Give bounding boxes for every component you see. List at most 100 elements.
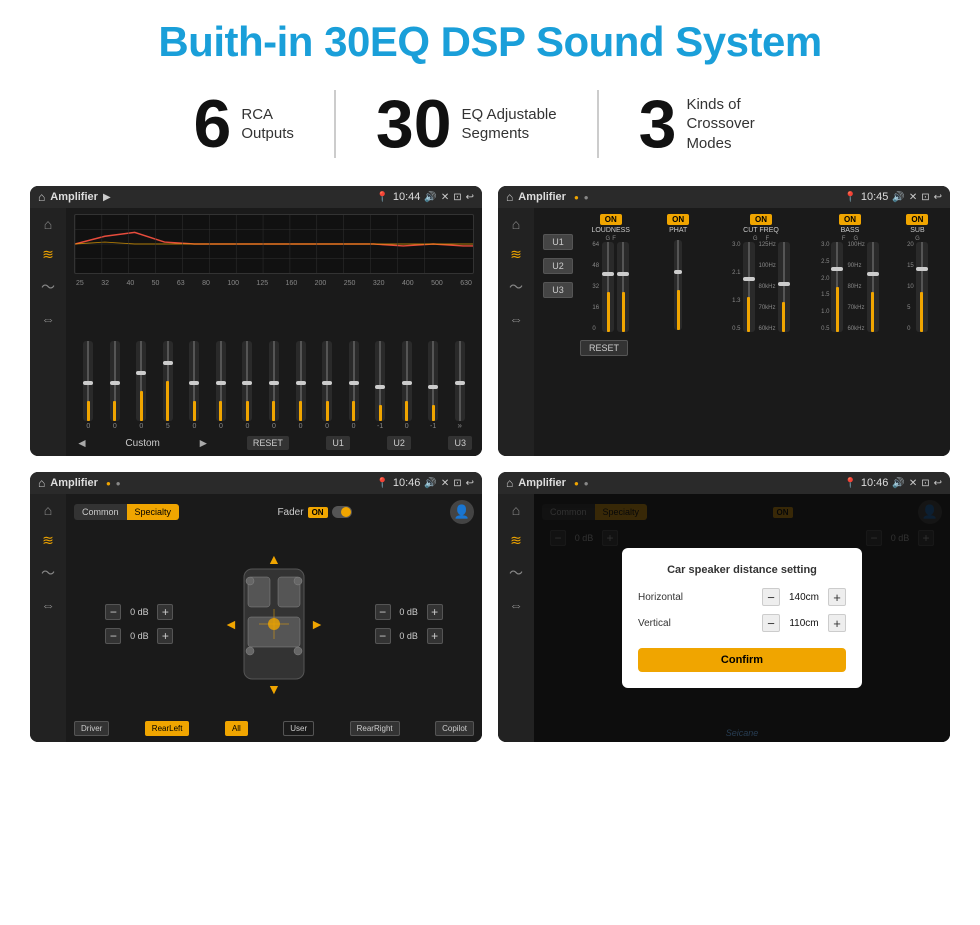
driver-btn[interactable]: Driver [74,721,109,736]
rearleft-btn[interactable]: RearLeft [145,721,190,736]
fader-sidebar-eq[interactable]: ≋ [42,532,54,549]
fader-window-icon[interactable]: ⊡ [453,478,461,489]
close-icon[interactable]: ✕ [441,192,449,203]
arrow-down[interactable]: ▼ [267,681,281,697]
loudness-on-btn[interactable]: ON [600,214,622,225]
rear-left-minus[interactable]: − [105,628,121,644]
amp-u1-btn[interactable]: U1 [543,234,573,250]
tab-specialty[interactable]: Specialty [127,504,180,520]
eq-slider-4[interactable]: 5 [156,341,181,430]
eq-slider-10[interactable]: 0 [315,341,340,430]
sub-on-btn[interactable]: ON [906,214,928,225]
amp-close-icon[interactable]: ✕ [909,192,917,203]
amp-home-icon[interactable]: ⌂ [506,190,513,204]
user-btn[interactable]: User [283,721,314,736]
dist-home-icon[interactable]: ⌂ [506,476,513,490]
eq-u1-btn[interactable]: U1 [326,436,350,450]
eq-slider-12[interactable]: -1 [368,341,393,430]
bass-on-btn[interactable]: ON [839,214,861,225]
amp-window-icon[interactable]: ⊡ [921,192,929,203]
arrow-up[interactable]: ▲ [267,551,281,567]
amp-sidebar-wave[interactable]: 〜 [509,277,523,297]
dist-sidebar-home[interactable]: ⌂ [512,502,520,518]
amp-sidebar-eq[interactable]: ≋ [510,246,522,263]
fader-close-icon[interactable]: ✕ [441,478,449,489]
eq-play-btn[interactable]: ► [197,436,209,450]
eq-reset-btn[interactable]: RESET [247,436,289,450]
eq-u2-btn[interactable]: U2 [387,436,411,450]
front-right-plus[interactable]: + [427,604,443,620]
front-right-minus[interactable]: − [375,604,391,620]
phat-v-slider[interactable] [674,240,682,330]
fader-sidebar-home[interactable]: ⌂ [44,502,52,518]
eq-slider-7[interactable]: 0 [235,341,260,430]
dist-close-icon[interactable]: ✕ [909,478,917,489]
eq-slider-8[interactable]: 0 [262,341,287,430]
horizontal-plus[interactable]: + [828,588,846,606]
cutfreq-f-slider[interactable] [778,242,790,332]
window-icon[interactable]: ⊡ [453,192,461,203]
eq-slider-13[interactable]: 0 [394,341,419,430]
amp-sidebar-home[interactable]: ⌂ [512,216,520,232]
eq-slider-15[interactable]: » [447,341,472,430]
horizontal-minus[interactable]: − [762,588,780,606]
sub-g-slider[interactable] [916,242,928,332]
eq-slider-11[interactable]: 0 [341,341,366,430]
loudness-f-slider[interactable] [617,242,629,332]
tab-common[interactable]: Common [74,504,127,520]
amp-u3-btn[interactable]: U3 [543,282,573,298]
dist-back-icon[interactable]: ↩ [934,478,942,489]
dist-sidebar-arrows[interactable]: ⇔ [509,597,523,613]
fader-back-icon[interactable]: ↩ [466,478,474,489]
amp-sidebar-arrows[interactable]: ⇔ [509,311,523,327]
rearright-btn[interactable]: RearRight [350,721,400,736]
home-icon[interactable]: ⌂ [38,190,45,204]
rear-left-plus[interactable]: + [157,628,173,644]
loudness-g-slider[interactable] [602,242,614,332]
all-btn[interactable]: All [225,721,248,736]
bass-g-slider[interactable] [867,242,879,332]
front-left-minus[interactable]: − [105,604,121,620]
vertical-plus[interactable]: + [828,614,846,632]
fader-sidebar-arrows[interactable]: ⇔ [41,597,55,613]
rear-right-minus[interactable]: − [375,628,391,644]
eq-sidebar-home[interactable]: ⌂ [44,216,52,232]
cutfreq-on-btn[interactable]: ON [750,214,772,225]
dist-sidebar-wave[interactable]: 〜 [509,563,523,583]
eq-slider-9[interactable]: 0 [288,341,313,430]
eq-slider-6[interactable]: 0 [209,341,234,430]
arrow-right[interactable]: ► [310,616,324,632]
arrow-left[interactable]: ◄ [224,616,238,632]
fader-sidebar-wave[interactable]: 〜 [41,563,55,583]
phat-on-btn[interactable]: ON [667,214,689,225]
fader-home-icon[interactable]: ⌂ [38,476,45,490]
rear-right-plus[interactable]: + [427,628,443,644]
dist-status-bar: ⌂ Amplifier ● ● 📍 10:46 🔊 ✕ ⊡ ↩ [498,472,950,494]
bass-f-slider[interactable] [831,242,843,332]
vertical-minus[interactable]: − [762,614,780,632]
eq-sidebar-eq[interactable]: ≋ [42,246,54,263]
eq-next-icon[interactable]: » [457,421,461,430]
eq-slider-3[interactable]: 0 [129,341,154,430]
amp-u2-btn[interactable]: U2 [543,258,573,274]
eq-slider-5[interactable]: 0 [182,341,207,430]
eq-back-btn[interactable]: ◄ [76,436,88,450]
eq-slider-1[interactable]: 0 [76,341,101,430]
eq-sidebar-arrows[interactable]: ⇔ [41,311,55,327]
confirm-btn[interactable]: Confirm [638,648,846,672]
copilot-btn[interactable]: Copilot [435,721,474,736]
amp-reset-btn[interactable]: RESET [580,340,628,356]
amp-back-icon[interactable]: ↩ [934,192,942,203]
cutfreq-g-slider[interactable] [743,242,755,332]
front-left-plus[interactable]: + [157,604,173,620]
dist-sidebar-eq[interactable]: ≋ [510,532,522,549]
dist-window-icon[interactable]: ⊡ [921,478,929,489]
eq-graph [74,214,474,274]
fader-toggle[interactable] [332,506,352,518]
eq-slider-14[interactable]: -1 [421,341,446,430]
back-icon[interactable]: ↩ [466,192,474,203]
eq-u3-btn[interactable]: U3 [448,436,472,450]
eq-slider-2[interactable]: 0 [103,341,128,430]
profile-icon[interactable]: 👤 [450,500,474,524]
eq-sidebar-wave[interactable]: 〜 [41,277,55,297]
